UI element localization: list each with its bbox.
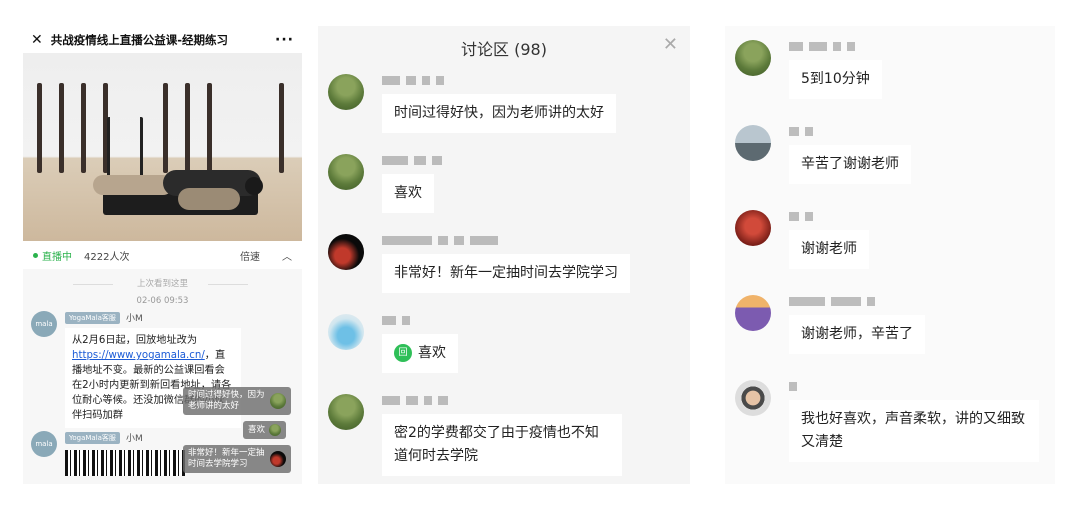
comment-item: 非常好！新年一定抽时间去学院学习 bbox=[328, 234, 630, 293]
comment-bubble: 5到10分钟 bbox=[789, 60, 882, 99]
blurred-username bbox=[382, 74, 616, 86]
danmaku-text: 时间过得好快，因为老师讲的太好 bbox=[188, 390, 265, 411]
blurred-username bbox=[382, 394, 622, 406]
live-header: ✕ 共战疫情线上直播公益课-经期练习 ··· bbox=[23, 26, 302, 53]
avatar[interactable]: mala bbox=[31, 311, 57, 337]
avatar[interactable]: mala bbox=[31, 431, 57, 457]
last-seen-divider: 上次看到这里 bbox=[136, 279, 188, 289]
blurred-username bbox=[789, 125, 911, 137]
message-text: 从2月6日起，回放地址改为 bbox=[72, 335, 198, 346]
wall-bar bbox=[185, 83, 190, 173]
comment-item: 谢谢老师 bbox=[735, 210, 869, 269]
comment-bubble: 密2的学费都交了由于疫情也不知道何时去学院 bbox=[382, 414, 622, 476]
live-label: 直播中 bbox=[42, 251, 72, 263]
wall-bar bbox=[207, 83, 212, 173]
avatar bbox=[269, 424, 282, 436]
avatar[interactable] bbox=[328, 394, 364, 430]
live-status-bar: 直播中 4222人次 倍速 ︿ bbox=[23, 241, 302, 269]
role-badge: YogaMala客服 bbox=[65, 311, 120, 324]
avatar[interactable] bbox=[328, 74, 364, 110]
danmaku-comment: 时间过得好快，因为老师讲的太好 bbox=[183, 387, 291, 415]
avatar[interactable] bbox=[328, 314, 364, 350]
comment-item: 谢谢老师，辛苦了 bbox=[735, 295, 925, 354]
discussion-title: 讨论区 (98) bbox=[461, 40, 547, 59]
avatar[interactable] bbox=[735, 125, 771, 161]
video-player[interactable] bbox=[23, 53, 302, 241]
comment-bubble: 喜欢 bbox=[382, 174, 434, 213]
sender-name: 小M bbox=[125, 314, 143, 324]
chat-timestamp: 02-06 09:53 bbox=[136, 296, 189, 306]
bolster bbox=[178, 188, 240, 210]
person-leg bbox=[93, 175, 173, 195]
danmaku-comment: 非常好！新年一定抽时间去学院学习 bbox=[183, 445, 291, 473]
avatar[interactable] bbox=[735, 295, 771, 331]
comment-bubble: 我也好喜欢，声音柔软，讲的又细致又清楚 bbox=[789, 400, 1039, 462]
blurred-username bbox=[382, 154, 442, 166]
person-head bbox=[245, 177, 263, 195]
comment-item: 密2的学费都交了由于疫情也不知道何时去学院 bbox=[328, 394, 622, 476]
comment-panel: 5到10分钟 辛苦了谢谢老师 谢谢老师 谢谢老师，辛苦了 我也好喜欢，声音柔软，… bbox=[725, 26, 1055, 484]
live-dot-icon bbox=[33, 252, 38, 258]
wall-bar bbox=[279, 83, 284, 173]
close-icon[interactable]: ✕ bbox=[663, 34, 678, 55]
comment-bubble: 辛苦了谢谢老师 bbox=[789, 145, 911, 184]
sender-name: 小M bbox=[125, 434, 143, 444]
speed-button[interactable]: 倍速 bbox=[240, 248, 260, 263]
live-class-panel: ✕ 共战疫情线上直播公益课-经期练习 ··· 直播中 4222人次 倍速 ︿ 上… bbox=[23, 26, 302, 484]
close-icon[interactable]: ✕ bbox=[31, 32, 43, 48]
avatar bbox=[270, 393, 286, 409]
divider bbox=[73, 284, 113, 285]
comment-item: 我也好喜欢，声音柔软，讲的又细致又清楚 bbox=[735, 380, 1039, 462]
comment-item: 时间过得好快，因为老师讲的太好 bbox=[328, 74, 616, 133]
blurred-username bbox=[382, 234, 630, 246]
avatar[interactable] bbox=[328, 154, 364, 190]
blurred-username bbox=[382, 314, 458, 326]
comment-item: 回喜欢 bbox=[328, 314, 458, 373]
avatar[interactable] bbox=[735, 210, 771, 246]
danmaku-text: 非常好！新年一定抽时间去学院学习 bbox=[188, 448, 265, 469]
wall-bar bbox=[163, 83, 168, 173]
comment-bubble: 回喜欢 bbox=[382, 334, 458, 373]
blurred-username bbox=[789, 210, 869, 222]
comment-bubble: 时间过得好快，因为老师讲的太好 bbox=[382, 94, 616, 133]
discussion-panel: 讨论区 (98) ✕ 时间过得好快，因为老师讲的太好 喜欢 非常好！新年一定抽时… bbox=[318, 26, 690, 484]
blurred-username bbox=[789, 295, 925, 307]
live-title: 共战疫情线上直播公益课-经期练习 bbox=[50, 32, 229, 47]
avatar[interactable] bbox=[735, 40, 771, 76]
divider bbox=[208, 284, 248, 285]
blurred-username bbox=[789, 380, 1039, 392]
danmaku-comment: 喜欢 bbox=[243, 421, 287, 439]
comment-bubble: 谢谢老师 bbox=[789, 230, 869, 269]
replay-link[interactable]: https://www.yogamala.cn/ bbox=[72, 350, 205, 361]
danmaku-text: 喜欢 bbox=[248, 424, 266, 435]
more-icon[interactable]: ··· bbox=[275, 32, 294, 48]
avatar[interactable] bbox=[735, 380, 771, 416]
role-badge: YogaMala客服 bbox=[65, 431, 120, 444]
wechat-icon: 回 bbox=[394, 344, 412, 362]
live-chat: 上次看到这里 02-06 09:53 mala YogaMala客服 小M 从2… bbox=[23, 269, 302, 484]
chevron-up-icon[interactable]: ︿ bbox=[282, 248, 292, 263]
blurred-username bbox=[789, 40, 882, 52]
qr-code[interactable] bbox=[65, 450, 185, 476]
viewer-count: 4222人次 bbox=[84, 251, 130, 263]
comment-bubble: 谢谢老师，辛苦了 bbox=[789, 315, 925, 354]
comment-text: 喜欢 bbox=[418, 345, 446, 361]
avatar bbox=[270, 451, 286, 467]
comment-item: 喜欢 bbox=[328, 154, 442, 213]
comment-bubble: 非常好！新年一定抽时间去学院学习 bbox=[382, 254, 630, 293]
discussion-header: 讨论区 (98) ✕ bbox=[318, 26, 690, 68]
comment-item: 辛苦了谢谢老师 bbox=[735, 125, 911, 184]
wall-bar bbox=[81, 83, 86, 173]
wall-bar bbox=[59, 83, 64, 173]
comment-item: 5到10分钟 bbox=[735, 40, 882, 99]
wall-bar bbox=[37, 83, 42, 173]
avatar[interactable] bbox=[328, 234, 364, 270]
